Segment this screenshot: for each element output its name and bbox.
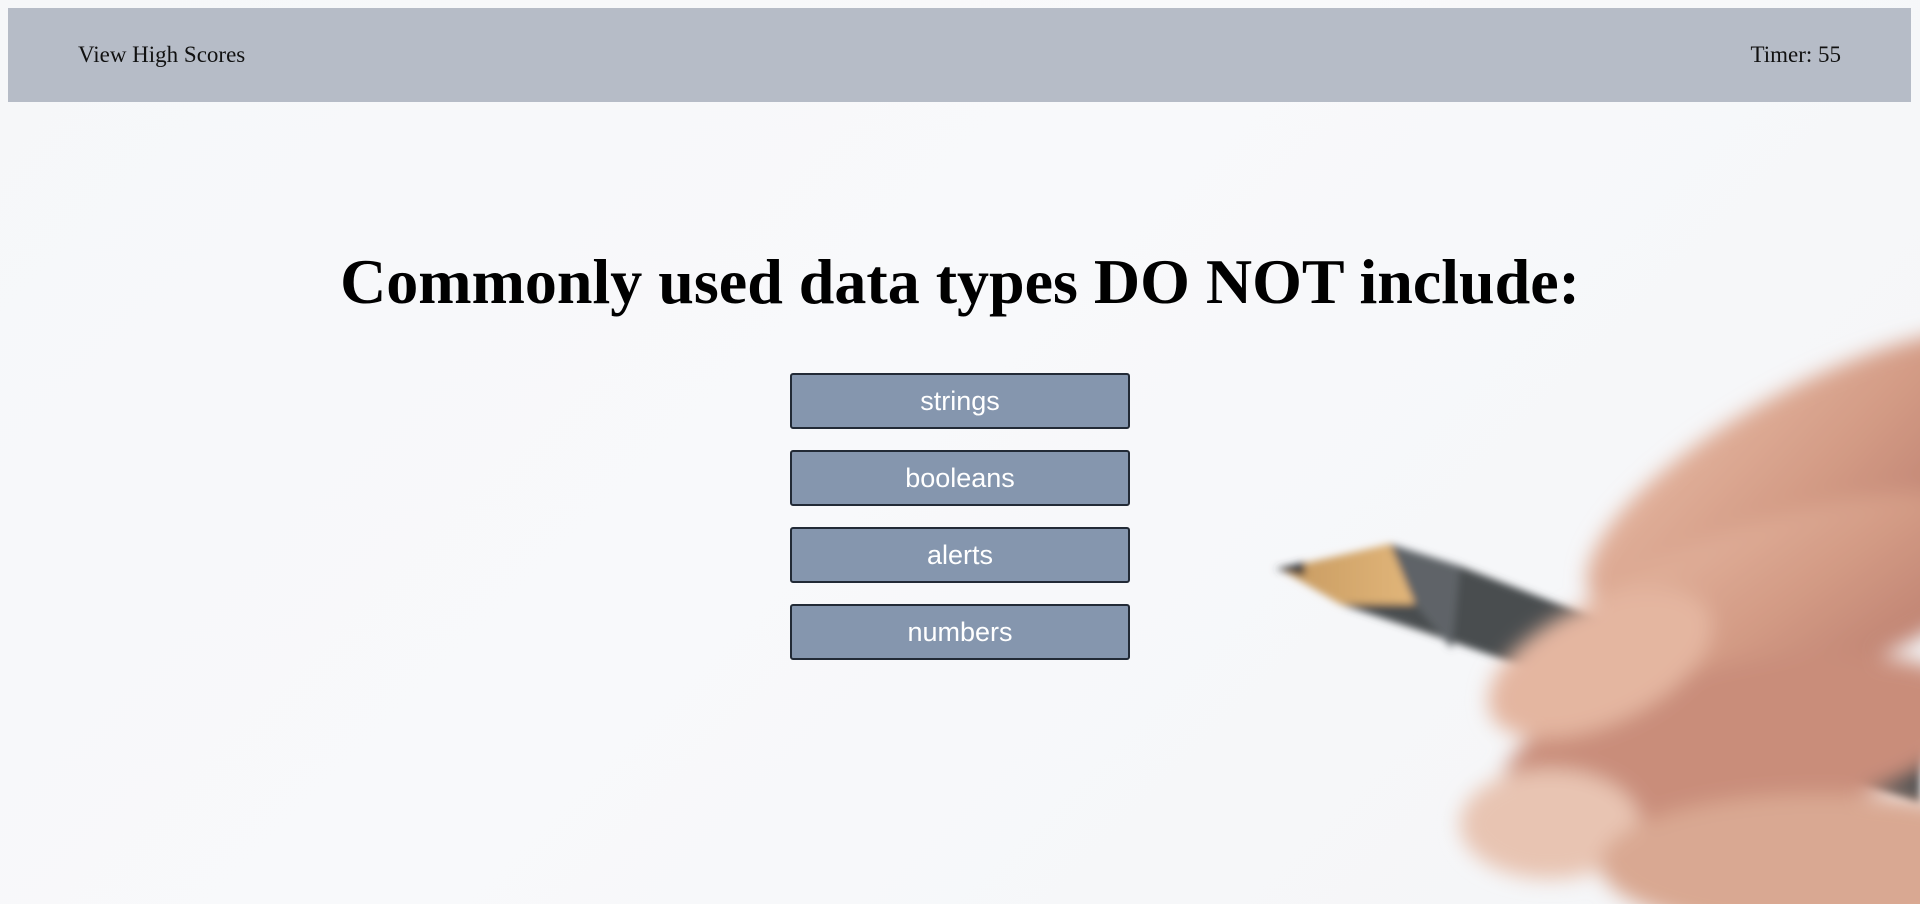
timer-display: Timer: 55 [1750,8,1841,102]
view-high-scores-link[interactable]: View High Scores [78,8,245,102]
timer-label: Timer: [1750,42,1813,67]
answer-button-booleans[interactable]: booleans [790,450,1130,506]
answer-choices: strings booleans alerts numbers [790,373,1130,681]
top-bar: View High Scores Timer: 55 [8,8,1911,102]
question-title: Commonly used data types DO NOT include: [340,246,1580,317]
hand-holding-pencil-image [1275,328,1920,904]
answer-button-alerts[interactable]: alerts [790,527,1130,583]
timer-value: 55 [1818,42,1841,67]
answer-button-strings[interactable]: strings [790,373,1130,429]
answer-button-numbers[interactable]: numbers [790,604,1130,660]
